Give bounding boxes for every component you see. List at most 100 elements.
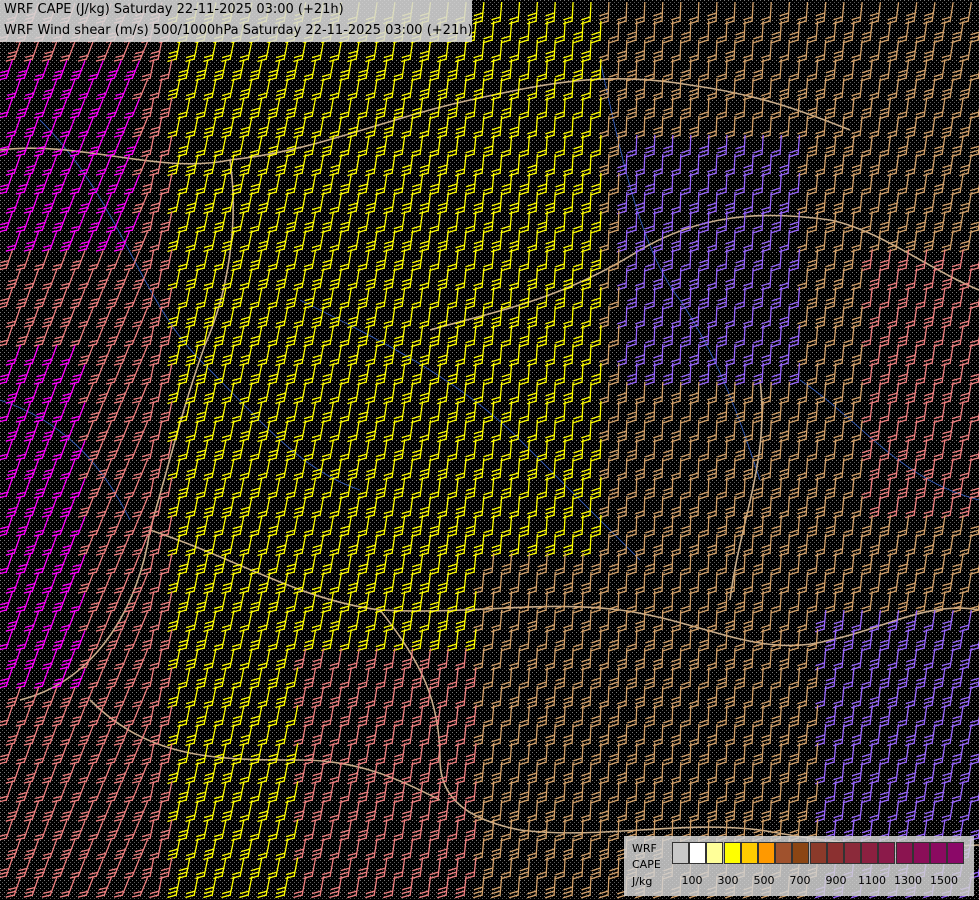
wind-barb bbox=[607, 381, 610, 403]
wind-barb bbox=[607, 267, 610, 289]
wind-barb bbox=[661, 115, 664, 137]
wind-barb bbox=[679, 191, 682, 213]
wind-barb bbox=[661, 1, 664, 23]
wind-barb bbox=[715, 191, 718, 213]
wind-barb bbox=[715, 39, 718, 61]
wind-barb bbox=[635, 400, 638, 422]
wind-barb bbox=[625, 419, 628, 441]
wind-barb bbox=[625, 153, 628, 175]
wind-barb bbox=[697, 153, 700, 175]
wind-barb bbox=[679, 1, 682, 23]
wind-barb bbox=[617, 58, 620, 80]
wind-barb bbox=[671, 96, 674, 118]
wind-barb bbox=[607, 153, 610, 175]
wind-barb bbox=[689, 58, 692, 80]
wind-barb bbox=[689, 96, 692, 118]
wind-barb bbox=[607, 229, 610, 251]
wind-barb bbox=[697, 191, 700, 213]
wind-barb bbox=[671, 438, 674, 460]
wind-barb bbox=[653, 20, 656, 42]
wind-barb bbox=[653, 438, 656, 460]
wind-barb bbox=[625, 267, 628, 289]
wind-barb bbox=[643, 77, 646, 99]
wind-barb bbox=[625, 305, 628, 327]
wind-barb bbox=[707, 400, 710, 422]
wind-barb bbox=[697, 419, 700, 441]
wind-barb bbox=[607, 77, 610, 99]
wind-barb bbox=[697, 115, 700, 137]
wind-barb bbox=[625, 381, 628, 403]
wind-barb bbox=[707, 286, 710, 308]
wind-barb bbox=[715, 267, 718, 289]
wind-barb bbox=[707, 438, 710, 460]
wind-barb bbox=[661, 77, 664, 99]
wind-barb bbox=[707, 476, 710, 498]
wind-barb bbox=[635, 210, 638, 232]
wind-barb bbox=[689, 324, 692, 346]
wind-barb bbox=[643, 1, 646, 23]
wind-barb bbox=[715, 419, 718, 441]
wind-barb bbox=[715, 115, 718, 137]
wind-barb bbox=[707, 210, 710, 232]
wind-barb bbox=[643, 457, 646, 479]
wind-barb bbox=[679, 267, 682, 289]
wind-barb bbox=[607, 305, 610, 327]
wind-barb bbox=[653, 400, 656, 422]
wind-barb bbox=[625, 457, 628, 479]
wind-barb bbox=[697, 77, 700, 99]
wind-barb bbox=[653, 476, 656, 498]
wind-barb bbox=[607, 1, 610, 23]
wind-barb bbox=[689, 476, 692, 498]
wind-barb bbox=[697, 381, 700, 403]
wind-barb bbox=[679, 229, 682, 251]
wind-barb bbox=[661, 457, 664, 479]
wind-barb bbox=[653, 96, 656, 118]
wind-barb bbox=[617, 96, 620, 118]
wind-barb bbox=[643, 305, 646, 327]
wind-barb bbox=[715, 305, 718, 327]
wind-barb bbox=[689, 210, 692, 232]
wind-barb bbox=[625, 1, 628, 23]
wind-barb bbox=[653, 172, 656, 194]
wind-barb bbox=[643, 153, 646, 175]
wind-barb bbox=[661, 305, 664, 327]
wind-barb bbox=[635, 286, 638, 308]
wind-barb bbox=[671, 400, 674, 422]
wind-barb bbox=[653, 248, 656, 270]
wind-barb bbox=[661, 229, 664, 251]
wind-barb bbox=[617, 172, 620, 194]
wind-barb bbox=[707, 58, 710, 80]
wind-barb bbox=[707, 362, 710, 384]
wind-barb bbox=[679, 77, 682, 99]
wind-barb bbox=[643, 267, 646, 289]
wind-barb bbox=[625, 39, 628, 61]
wind-barb bbox=[707, 20, 710, 42]
wind-barb bbox=[679, 381, 682, 403]
wind-barb bbox=[679, 153, 682, 175]
wind-barb bbox=[661, 419, 664, 441]
wind-barb bbox=[643, 39, 646, 61]
wind-barb bbox=[661, 191, 664, 213]
wind-barb bbox=[625, 343, 628, 365]
wind-barb bbox=[643, 191, 646, 213]
wind-barb bbox=[689, 172, 692, 194]
wind-barb bbox=[643, 381, 646, 403]
wind-barb bbox=[607, 457, 610, 479]
wind-barb bbox=[671, 324, 674, 346]
map-view[interactable]: WRF CAPE (J/kg) Saturday 22-11-2025 03:0… bbox=[0, 0, 979, 900]
wind-barb bbox=[617, 438, 620, 460]
wind-barb bbox=[707, 96, 710, 118]
wind-barb bbox=[625, 229, 628, 251]
wind-barb bbox=[617, 248, 620, 270]
wind-barb bbox=[679, 343, 682, 365]
wind-barb bbox=[643, 115, 646, 137]
wind-barb bbox=[607, 39, 610, 61]
wind-barb bbox=[653, 58, 656, 80]
wind-barb bbox=[715, 457, 718, 479]
wind-barb bbox=[697, 305, 700, 327]
wind-barb bbox=[689, 286, 692, 308]
wind-barb bbox=[661, 153, 664, 175]
wind-barb bbox=[715, 77, 718, 99]
wind-barb bbox=[689, 20, 692, 42]
wind-barb bbox=[671, 210, 674, 232]
